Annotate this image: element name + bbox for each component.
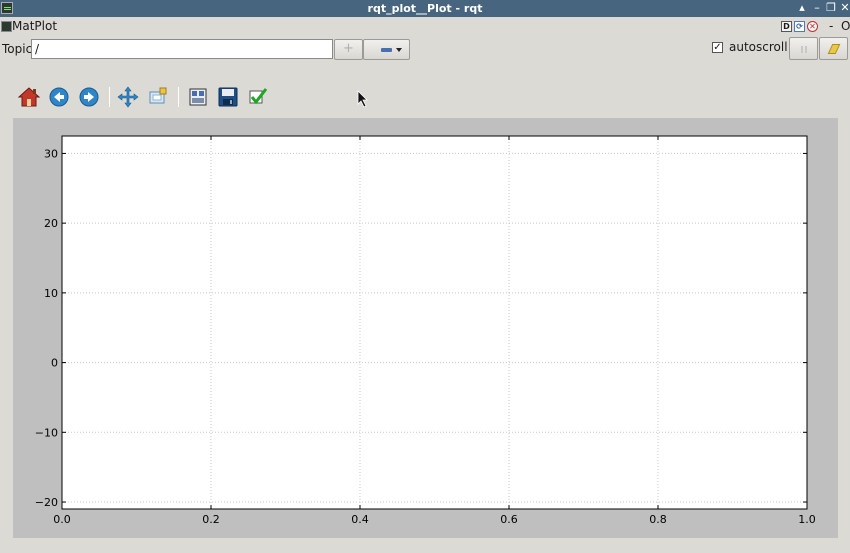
pause-button[interactable]: [789, 37, 818, 60]
dock-title-bar: MatPlot D ⟳ ✕ - O: [0, 17, 850, 36]
y-tick-label: 10: [44, 287, 58, 300]
back-arrow-icon: [49, 87, 69, 107]
y-tick-label: 0: [51, 357, 58, 370]
y-tick-label: −20: [35, 496, 58, 509]
toolbar-separator: [109, 87, 110, 107]
window-titlebar: rqt_plot__Plot - rqt ▴ – ❐ ✕: [0, 0, 850, 17]
window-minimize-button[interactable]: –: [811, 0, 823, 17]
window-restore-button[interactable]: ❐: [825, 0, 837, 17]
zoom-rect-icon: [149, 87, 167, 104]
topic-input[interactable]: [31, 39, 333, 59]
y-tick-label: 20: [44, 217, 58, 230]
y-tick-label: 30: [44, 147, 58, 160]
matplotlib-toolbar: [16, 84, 316, 110]
y-tick-label: −10: [35, 426, 58, 439]
save-figure-button[interactable]: [215, 84, 241, 110]
matplot-plugin-icon: [1, 21, 12, 32]
x-tick-label: 0.0: [53, 513, 71, 526]
configure-subplots-icon: [189, 88, 207, 106]
x-tick-label: 0.4: [351, 513, 369, 526]
chevron-down-icon: [396, 48, 402, 52]
dock-minimize-button[interactable]: -: [829, 19, 833, 33]
edit-axis-checkmark-icon: [249, 88, 268, 105]
x-tick-label: 0.8: [649, 513, 667, 526]
edit-axis-button[interactable]: [245, 84, 271, 110]
zoom-button[interactable]: [145, 84, 171, 110]
figure-canvas[interactable]: 0.0 0.2 0.4 0.6 0.8 1.0 30 20 10 0 −10 −20: [13, 118, 838, 538]
minus-icon: [381, 48, 392, 52]
plus-icon: +: [343, 41, 354, 56]
home-button[interactable]: [16, 84, 42, 110]
add-topic-button[interactable]: +: [334, 39, 363, 60]
configure-subplots-button[interactable]: [185, 84, 211, 110]
plot-area[interactable]: [62, 136, 807, 509]
x-tick-label: 1.0: [798, 513, 816, 526]
eraser-icon: [827, 44, 841, 54]
pan-arrows-icon: [117, 86, 139, 108]
autoscroll-checkbox[interactable]: ✓: [712, 42, 723, 53]
clear-button[interactable]: [819, 37, 848, 60]
topic-label: Topic: [2, 42, 33, 56]
remove-topic-button[interactable]: [363, 39, 410, 60]
forward-button[interactable]: [76, 84, 102, 110]
toolbar-separator: [178, 87, 179, 107]
window-close-button[interactable]: ✕: [839, 0, 850, 17]
plot-chart: 0.0 0.2 0.4 0.6 0.8 1.0 30 20 10 0 −10 −20: [35, 135, 816, 526]
autoscroll-label: autoscroll: [729, 40, 788, 54]
dock-help-button[interactable]: D: [781, 21, 792, 32]
dock-title: MatPlot: [12, 19, 58, 33]
save-disk-icon: [218, 87, 238, 107]
dock-close-plugin-button[interactable]: ✕: [807, 21, 818, 32]
back-button[interactable]: [46, 84, 72, 110]
window-shade-button[interactable]: ▴: [796, 0, 808, 17]
x-tick-label: 0.6: [500, 513, 518, 526]
window-title: rqt_plot__Plot - rqt: [367, 2, 483, 15]
x-tick-label: 0.2: [202, 513, 220, 526]
pan-button[interactable]: [115, 84, 141, 110]
home-icon: [17, 87, 41, 107]
dock-float-button[interactable]: O: [841, 19, 850, 33]
pause-icon: [801, 46, 807, 53]
forward-arrow-icon: [79, 87, 99, 107]
dock-reload-button[interactable]: ⟳: [794, 21, 805, 32]
cursor-arrow-icon: [357, 90, 368, 108]
